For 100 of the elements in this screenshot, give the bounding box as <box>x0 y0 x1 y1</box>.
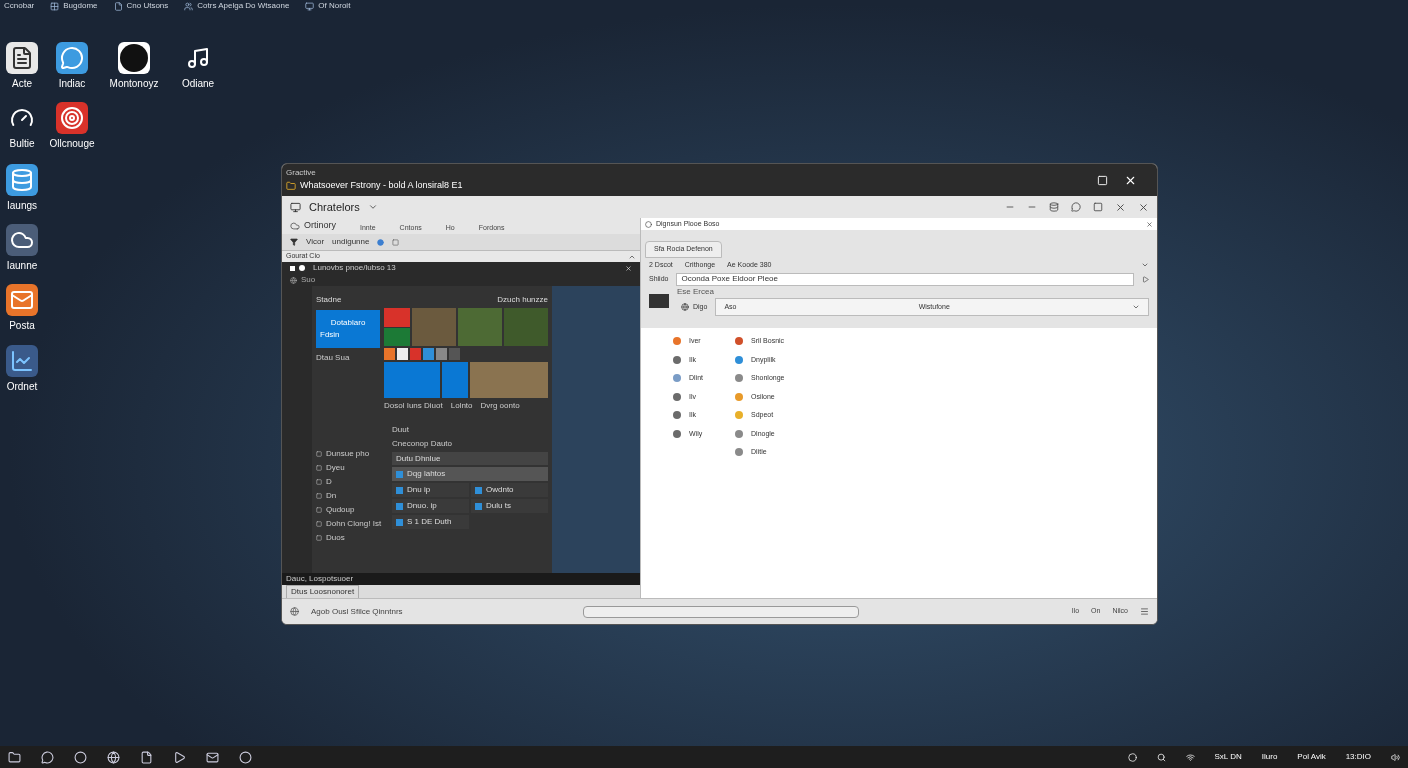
section-heading: Dzuch hunzze <box>497 294 548 306</box>
tray-text[interactable]: Iluro <box>1261 751 1278 763</box>
app-tile[interactable] <box>384 362 440 398</box>
tile-caption: Lolnto <box>450 400 473 412</box>
desktop-app-label: Acte <box>12 77 32 91</box>
taskbar-app-icon[interactable] <box>41 750 54 764</box>
desktop-app-label: Montonoyz <box>109 77 159 91</box>
strip-label[interactable]: Of Noroit <box>318 0 351 12</box>
desktop-app-icon[interactable] <box>56 102 88 134</box>
taskbar-app-icon[interactable] <box>8 750 21 764</box>
app-list-item[interactable]: Dyeu <box>326 462 345 474</box>
close-button[interactable] <box>1138 201 1149 213</box>
close-button[interactable] <box>1115 201 1126 213</box>
taskbar-app-icon[interactable] <box>140 750 153 764</box>
circle-icon <box>645 220 652 228</box>
desktop-app-icon[interactable] <box>6 224 38 256</box>
app-list-item[interactable]: Dunsue pho <box>326 448 370 460</box>
taskbar-app-icon[interactable] <box>239 750 252 764</box>
menu-icon[interactable] <box>1140 607 1149 616</box>
folder-icon <box>286 181 296 191</box>
app-row[interactable]: Dnu ip <box>392 483 469 497</box>
strip-label[interactable]: Cno Utsons <box>126 0 169 12</box>
app-tile[interactable] <box>436 348 447 360</box>
desktop-app-icon[interactable] <box>56 42 88 74</box>
menu-item[interactable]: Ortinory <box>304 219 336 233</box>
app-tile[interactable] <box>410 348 421 360</box>
desktop-app-label: Ordnet <box>6 380 38 394</box>
desktop-app-icon[interactable] <box>6 284 38 316</box>
photo-placeholder <box>504 308 548 346</box>
group-label: Ese Ercea <box>677 286 715 298</box>
app-tile[interactable] <box>442 362 468 398</box>
taskbar-app-icon[interactable] <box>74 750 87 764</box>
tray-text[interactable]: SxL DN <box>1214 751 1242 763</box>
chat-icon[interactable] <box>1071 202 1081 212</box>
window-title: Whatsoever Fstrony - bold A lonsiral8 E1 <box>300 179 463 193</box>
app-list-item[interactable]: Dn <box>326 490 337 502</box>
caret-icon <box>1132 303 1140 311</box>
app-row[interactable]: Dnuo. ip <box>392 499 469 513</box>
desktop-app-label: Iaunne <box>6 259 38 273</box>
desktop-app-label: Bultie <box>9 137 35 151</box>
app-tile[interactable] <box>423 348 434 360</box>
filter-label: Vicor <box>306 236 325 248</box>
filter-value[interactable]: undigunne <box>332 236 370 248</box>
desktop-app-icon[interactable] <box>6 345 38 377</box>
app-list-item[interactable]: Dohn Clong! Ist <box>326 518 382 530</box>
app-list-icon <box>316 521 322 527</box>
tile-caption: Dvrg oonto <box>480 400 520 412</box>
tray-text[interactable]: 13:DIO <box>1345 751 1371 763</box>
filter-icon[interactable] <box>290 238 298 246</box>
globe-icon <box>681 303 689 311</box>
group-subtitle: Cneconop Dauto <box>392 438 454 450</box>
pinned-item[interactable]: Dtau Sua <box>316 352 380 364</box>
status-text: Agob Ousl Sfilce Qinntnrs <box>311 605 404 618</box>
app-list-icon <box>316 451 322 457</box>
text-field[interactable]: Oconda Poxe Eldoor Pleoe <box>676 272 1134 286</box>
taskbar-app-icon[interactable] <box>107 750 120 764</box>
app-tile[interactable] <box>384 348 395 360</box>
strip-icon[interactable] <box>305 1 315 11</box>
scroll-bar[interactable] <box>583 605 859 618</box>
caret-icon[interactable] <box>1141 261 1149 269</box>
strip-label[interactable]: Cotrs Apelga Do Wtsaone <box>197 0 290 12</box>
app-list-item[interactable]: Duos <box>326 532 345 544</box>
inner-subtitle: Suo <box>301 274 316 286</box>
strip-icon[interactable] <box>113 1 123 11</box>
caret-icon[interactable] <box>367 202 378 212</box>
strip-icon[interactable] <box>184 1 194 11</box>
tray-text[interactable]: Pol Avik <box>1297 751 1326 763</box>
wifi-icon[interactable] <box>1185 752 1195 762</box>
app-tile[interactable] <box>397 348 408 360</box>
taskbar-app-icon[interactable] <box>173 750 186 764</box>
app-row[interactable]: Dqg lahtos <box>392 467 548 481</box>
app-list-icon <box>316 493 322 499</box>
taskbar-app-icon[interactable] <box>206 750 219 764</box>
desktop-app-label: Posta <box>9 319 35 333</box>
strip-icon[interactable] <box>50 1 60 11</box>
app-row[interactable]: S 1 DE Duth <box>392 515 469 529</box>
app-row[interactable]: Owdnto <box>471 483 548 497</box>
desktop-app-label: Indiac <box>58 77 86 91</box>
desktop-app-icon[interactable] <box>6 42 38 74</box>
desktop-app-icon[interactable] <box>118 42 150 74</box>
app-list-icon <box>316 479 322 485</box>
desktop-app-icon[interactable] <box>6 164 38 196</box>
circle-icon[interactable] <box>1127 752 1137 762</box>
group-field[interactable]: Dutu Dhnlue <box>392 452 548 465</box>
desktop-app-label: Iaungs <box>7 199 37 213</box>
strip-label[interactable]: Bugdome <box>63 0 98 12</box>
info-icon[interactable] <box>377 238 385 246</box>
app-list-item[interactable]: Qudoup <box>326 504 355 516</box>
app-tile[interactable] <box>384 308 410 346</box>
search-icon[interactable] <box>1156 752 1166 762</box>
play-icon[interactable] <box>1142 275 1149 283</box>
app-list-icon <box>316 465 322 471</box>
app-row[interactable]: Dulu ts <box>471 499 548 513</box>
strip-label[interactable]: Ccnobar <box>4 0 35 12</box>
volume-icon[interactable] <box>1391 752 1400 762</box>
app-tile[interactable] <box>449 348 460 360</box>
inner-title: Lunovbs pnoe/lubso 13 <box>313 262 396 274</box>
app-list-item[interactable]: D <box>326 476 332 488</box>
database-icon[interactable] <box>1049 202 1059 212</box>
app-tile[interactable]: Dotablaro Fdsin <box>316 310 380 348</box>
